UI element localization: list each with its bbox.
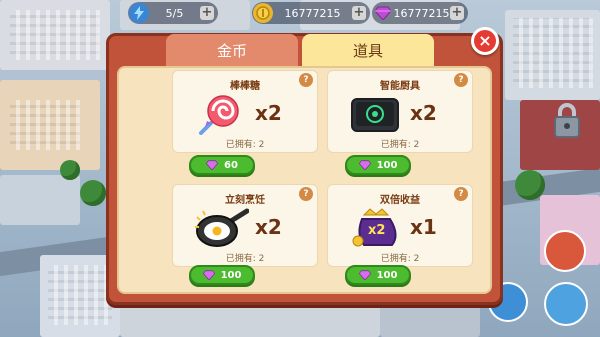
lightning-icon (129, 3, 149, 23)
item-name: 智能厨具 (380, 81, 420, 92)
building (380, 300, 480, 337)
gem-icon (358, 160, 371, 170)
building (0, 0, 110, 70)
add-coins-button[interactable]: + (352, 6, 366, 20)
price-label: 100 (376, 269, 398, 281)
help-icon[interactable]: ? (299, 187, 313, 201)
close-button[interactable]: × (471, 27, 499, 55)
item-quantity: x1 (410, 215, 437, 239)
item-name: 棒棒糖 (230, 81, 260, 92)
buy-smart-cooker-button[interactable]: 100 (345, 155, 411, 175)
item-quantity: x2 (410, 101, 437, 125)
help-icon[interactable]: ? (454, 73, 468, 87)
recipe-button[interactable] (544, 282, 588, 326)
money-bag-icon: x2 (348, 207, 404, 249)
double-badge: x2 (368, 223, 386, 238)
owned-count: 已拥有: 2 (225, 254, 265, 264)
frying-pan-icon (193, 207, 250, 249)
lollipop-icon (193, 93, 249, 135)
add-gems-button[interactable]: + (450, 6, 464, 20)
help-icon[interactable]: ? (454, 187, 468, 201)
buy-lollipop-button[interactable]: 60 (189, 155, 255, 175)
item-card-lollipop[interactable]: 棒棒糖 ? x2 已拥有: 2 (172, 70, 318, 153)
building (505, 10, 600, 100)
owned-count: 已拥有: 2 (225, 140, 265, 150)
item-quantity: x2 (255, 215, 282, 239)
item-name: 立刻烹饪 (225, 195, 265, 206)
lock-icon[interactable] (552, 102, 582, 138)
gem-icon (373, 3, 393, 23)
add-energy-button[interactable]: + (200, 6, 214, 20)
item-quantity: x2 (255, 101, 282, 125)
buy-double-income-button[interactable]: 100 (345, 265, 411, 285)
shop-button[interactable] (544, 230, 586, 272)
item-name: 双倍收益 (380, 195, 420, 206)
coin-counter: 16777215 + (252, 2, 370, 24)
tree (80, 180, 106, 206)
building (120, 300, 380, 337)
item-card-instant-cook[interactable]: 立刻烹饪 ? x2 已拥有: 2 (172, 184, 318, 267)
gem-icon (358, 270, 371, 280)
price-label: 100 (376, 159, 398, 171)
item-card-double-income[interactable]: 双倍收益 ? x2 x1 已拥有: 2 (327, 184, 473, 267)
coin-value: 16777215 (284, 6, 341, 20)
energy-value: 5/5 (165, 6, 184, 20)
gem-counter: 16777215 + (372, 2, 468, 24)
owned-count: 已拥有: 2 (380, 140, 420, 150)
price-label: 100 (220, 269, 242, 281)
gem-icon (206, 160, 219, 170)
coin-icon (253, 3, 273, 23)
close-icon: × (478, 31, 492, 50)
price-label: 60 (224, 159, 238, 171)
tab-items[interactable]: 道具 (302, 34, 434, 67)
energy-counter: 5/5 + (128, 2, 218, 24)
tree (60, 160, 80, 180)
buy-instant-cook-button[interactable]: 100 (189, 265, 255, 285)
item-card-smart-cooker[interactable]: 智能厨具 ? x2 已拥有: 2 (327, 70, 473, 153)
building (0, 175, 80, 225)
cooker-icon (348, 93, 404, 135)
tab-gold[interactable]: 金币 (166, 34, 298, 67)
owned-count: 已拥有: 2 (380, 254, 420, 264)
help-icon[interactable]: ? (299, 73, 313, 87)
building (0, 80, 100, 170)
gem-icon (202, 270, 215, 280)
gem-value: 16777215 (393, 6, 450, 20)
